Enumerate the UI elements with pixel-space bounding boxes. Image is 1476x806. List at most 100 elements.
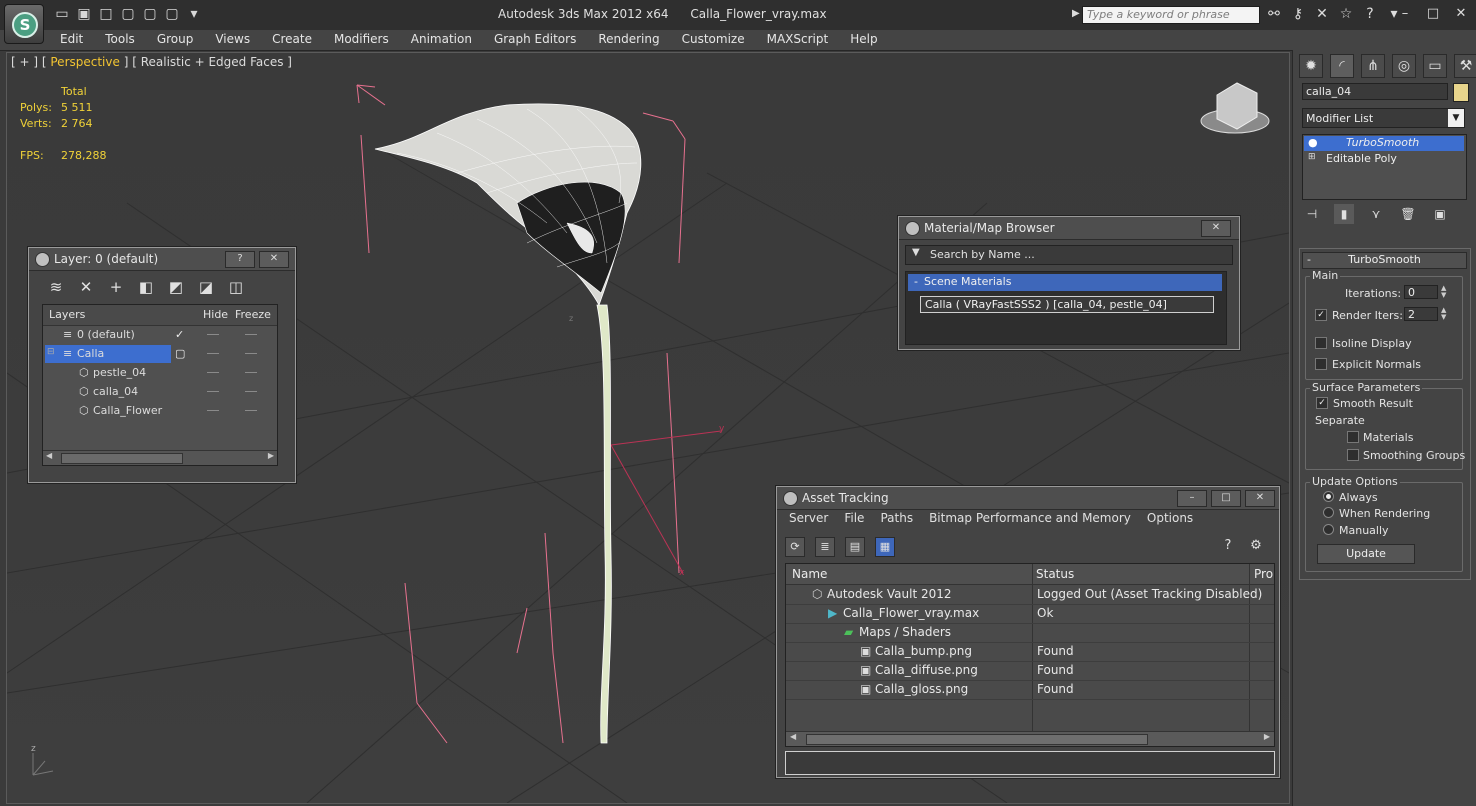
utilities-tab-icon[interactable]: ⚒ [1454,54,1476,78]
layer-panel-titlebar[interactable]: Layer: 0 (default) ? ✕ [29,248,295,271]
modifier-list-dropdown[interactable]: Modifier List ▼ [1302,108,1465,128]
explicit-normals-checkbox[interactable] [1315,358,1327,370]
menu-maxscript[interactable]: MAXScript [767,32,829,46]
lightbulb-icon[interactable]: ● [1308,136,1318,149]
scene-materials-group[interactable]: - Scene Materials [908,274,1222,291]
menu-graph-editors[interactable]: Graph Editors [494,32,576,46]
material-browser-titlebar[interactable]: Material/Map Browser ✕ [899,217,1239,240]
update-button[interactable]: Update [1317,544,1415,564]
scroll-right-icon[interactable]: ▶ [1264,732,1270,741]
update-manually-radio[interactable] [1323,524,1334,535]
menu-modifiers[interactable]: Modifiers [334,32,389,46]
asset-menu-file[interactable]: File [844,511,864,525]
asset-tracking-titlebar[interactable]: Asset Tracking – □ ✕ [777,487,1279,510]
object-name-field[interactable]: calla_04 [1302,83,1448,100]
layer-row[interactable]: ⬡ pestle_04 [43,364,277,383]
menu-edit[interactable]: Edit [60,32,83,46]
set-current-layer-icon[interactable]: ▢ [175,347,185,360]
asset-menu-paths[interactable]: Paths [880,511,913,525]
help-icon[interactable]: ? [1219,537,1237,555]
asset-maximize-button[interactable]: □ [1211,490,1241,507]
asset-row[interactable]: ▰ Maps / Shaders [786,623,1274,643]
material-browser-close-button[interactable]: ✕ [1201,220,1231,237]
vault-help-icon[interactable]: ⚙ [1247,537,1265,555]
layer-row[interactable]: ⬡ Calla_Flower [43,402,277,421]
add-to-layer-icon[interactable]: + [107,278,125,296]
menu-create[interactable]: Create [272,32,312,46]
stack-item-turbosmooth[interactable]: ● TurboSmooth [1304,136,1464,151]
select-objects-icon[interactable]: ◧ [137,278,155,296]
asset-row[interactable]: ▣ Calla_gloss.png Found [786,680,1274,700]
application-button[interactable]: S [4,4,44,44]
material-search-input[interactable]: ▼ Search by Name ... [905,245,1233,265]
make-unique-icon[interactable]: ⋎ [1366,204,1386,224]
refresh-icon[interactable]: ⟳ [785,537,805,557]
asset-menu-server[interactable]: Server [789,511,828,525]
layer-row[interactable]: ⊟ ≡ Calla ▢ [43,345,277,364]
minimize-icon[interactable]: – [1398,6,1412,21]
viewport-label[interactable]: [ + ] [ Perspective ] [ Realistic + Edge… [11,55,292,69]
close-icon[interactable]: ✕ [1454,6,1468,21]
scrollbar-thumb[interactable] [806,734,1148,745]
scrollbar-thumb[interactable] [61,453,183,464]
open-file-icon[interactable]: ▭ [54,6,70,22]
save-file-icon[interactable]: ▣ [76,6,92,22]
options-dropdown-icon[interactable]: ▼ [912,247,920,258]
key-icon[interactable]: ⚷ [1290,6,1306,22]
asset-minimize-button[interactable]: – [1177,490,1207,507]
asset-close-button[interactable]: ✕ [1245,490,1275,507]
menu-rendering[interactable]: Rendering [598,32,659,46]
dropdown-arrow-icon[interactable]: ▾ [186,6,202,22]
smooth-result-checkbox[interactable]: ✓ [1316,397,1328,409]
isoline-display-checkbox[interactable] [1315,337,1327,349]
freeze-all-layers-icon[interactable]: ◫ [227,278,245,296]
separate-smoothing-groups-checkbox[interactable] [1347,449,1359,461]
expand-icon[interactable]: ⊞ [1308,152,1316,162]
maximize-icon[interactable]: □ [1426,6,1440,21]
update-always-radio[interactable] [1323,491,1334,502]
thumbnail-view-icon[interactable]: ▤ [845,537,865,557]
spinner-arrows-icon[interactable]: ▲ ▼ [1441,285,1449,299]
menu-help[interactable]: Help [850,32,877,46]
help-icon[interactable]: ? [1362,6,1378,22]
tools-icon[interactable]: ✕ [1314,6,1330,22]
layer-close-button[interactable]: ✕ [259,251,289,268]
configure-sets-icon[interactable]: ▣ [1430,204,1450,224]
motion-tab-icon[interactable]: ◎ [1392,54,1416,78]
asset-path-field[interactable] [785,751,1275,775]
asset-row[interactable]: ▣ Calla_bump.png Found [786,642,1274,662]
list-view-icon[interactable]: ≣ [815,537,835,557]
show-end-result-icon[interactable]: ▮ [1334,204,1354,224]
hide-all-layers-icon[interactable]: ◪ [197,278,215,296]
collapse-icon[interactable]: ⊟ [47,347,55,357]
material-item[interactable]: Calla ( VRayFastSSS2 ) [calla_04, pestle… [920,296,1214,313]
table-view-icon[interactable]: ▦ [875,537,895,557]
remove-modifier-icon[interactable]: 🗑 [1398,204,1418,224]
active-layer-check-icon[interactable]: ✓ [175,328,184,341]
scroll-left-icon[interactable]: ◀ [790,732,796,741]
object-color-swatch[interactable] [1453,83,1469,102]
layer-row[interactable]: ≡ 0 (default) ✓ [43,326,277,345]
hierarchy-tab-icon[interactable]: ⋔ [1361,54,1385,78]
asset-horizontal-scrollbar[interactable]: ◀ ▶ [786,731,1274,746]
menu-tools[interactable]: Tools [105,32,135,46]
layer-horizontal-scrollbar[interactable]: ◀ ▶ [43,450,277,465]
project-folder-icon[interactable]: ▢ [164,6,180,22]
create-tab-icon[interactable]: ✹ [1299,54,1323,78]
asset-row[interactable]: ▶ Calla_Flower_vray.max Ok [786,604,1274,624]
delete-layer-icon[interactable]: ✕ [77,278,95,296]
viewport-view-name[interactable]: Perspective [50,55,120,69]
render-iters-spinner[interactable]: 2 [1404,307,1438,321]
scroll-right-icon[interactable]: ▶ [268,451,274,460]
render-iters-checkbox[interactable]: ✓ [1315,309,1327,321]
asset-row[interactable]: ⬡ Autodesk Vault 2012 Logged Out (Asset … [786,585,1274,605]
update-when-rendering-radio[interactable] [1323,507,1334,518]
new-file-icon[interactable]: □ [98,6,114,22]
separate-materials-checkbox[interactable] [1347,431,1359,443]
redo-icon[interactable]: ▢ [142,6,158,22]
star-icon[interactable]: ☆ [1338,6,1354,22]
iterations-spinner[interactable]: 0 [1404,285,1438,299]
pin-stack-icon[interactable]: ⊣ [1302,204,1322,224]
layer-help-button[interactable]: ? [225,251,255,268]
display-tab-icon[interactable]: ▭ [1423,54,1447,78]
